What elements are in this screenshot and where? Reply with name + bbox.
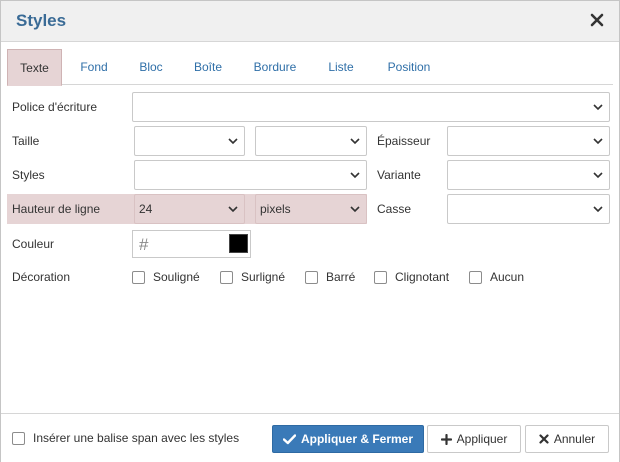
decoration-none-label[interactable]: Aucun <box>490 270 524 284</box>
hash-icon: # <box>139 235 149 254</box>
tab-fond[interactable]: Fond <box>69 49 119 85</box>
chevron-down-icon <box>228 138 238 145</box>
line-height-select[interactable]: 24 <box>134 194 245 224</box>
line-height-unit-value: pixels <box>260 202 291 216</box>
check-icon <box>282 433 296 444</box>
dialog-footer: Insérer une balise span avec les styles … <box>1 413 619 462</box>
apply-label: Appliquer <box>456 432 508 446</box>
plus-icon <box>440 433 452 445</box>
decoration-underline-label[interactable]: Souligné <box>153 270 200 284</box>
line-height-value: 24 <box>139 202 153 216</box>
variant-select[interactable] <box>447 160 610 190</box>
row-color: Couleur <box>7 229 613 259</box>
chevron-down-icon <box>228 206 238 213</box>
chevron-down-icon <box>350 172 360 179</box>
color-swatch[interactable] <box>229 234 248 253</box>
decoration-strikethrough-label[interactable]: Barré <box>326 270 355 284</box>
font-label: Police d'écriture <box>12 100 97 114</box>
chevron-down-icon <box>593 104 603 111</box>
color-label: Couleur <box>12 237 55 251</box>
color-field[interactable]: # <box>132 230 251 258</box>
tab-bordure[interactable]: Bordure <box>245 49 305 85</box>
cancel-button[interactable]: Annuler <box>525 425 609 453</box>
size-unit-select[interactable] <box>255 126 367 156</box>
decoration-blink-checkbox[interactable] <box>374 271 387 284</box>
close-icon <box>539 434 549 444</box>
span-checkbox-label[interactable]: Insérer une balise span avec les styles <box>33 431 239 445</box>
case-select[interactable] <box>447 194 610 224</box>
chevron-down-icon <box>593 138 603 145</box>
dialog-titlebar: Styles <box>1 1 619 42</box>
dialog-title: Styles <box>16 11 67 30</box>
apply-close-button[interactable]: Appliquer & Fermer <box>272 425 424 453</box>
styles-dialog: Styles Texte Fond Bloc Boîte Bordure Lis… <box>0 0 620 462</box>
size-select[interactable] <box>134 126 245 156</box>
decoration-none-checkbox[interactable] <box>469 271 482 284</box>
decoration-overline-checkbox[interactable] <box>220 271 233 284</box>
cancel-label: Annuler <box>553 432 596 446</box>
decoration-overline-label[interactable]: Surligné <box>241 270 285 284</box>
tab-bar: Texte Fond Bloc Boîte Bordure Liste Posi… <box>7 49 613 86</box>
close-icon[interactable] <box>589 12 605 28</box>
tab-position[interactable]: Position <box>377 49 441 85</box>
tab-boite[interactable]: Boîte <box>185 49 231 85</box>
size-label: Taille <box>12 134 40 148</box>
case-label: Casse <box>377 202 412 216</box>
chevron-down-icon <box>350 138 360 145</box>
apply-button[interactable]: Appliquer <box>427 425 521 453</box>
span-checkbox[interactable] <box>12 432 25 445</box>
line-height-label: Hauteur de ligne <box>12 202 101 216</box>
chevron-down-icon <box>593 172 603 179</box>
chevron-down-icon <box>350 206 360 213</box>
decoration-label: Décoration <box>12 270 71 284</box>
apply-close-label: Appliquer & Fermer <box>300 432 414 446</box>
weight-select[interactable] <box>447 126 610 156</box>
font-select[interactable] <box>132 92 610 122</box>
weight-label: Épaisseur <box>377 134 431 148</box>
variant-label: Variante <box>377 168 421 182</box>
decoration-underline-checkbox[interactable] <box>132 271 145 284</box>
tab-liste[interactable]: Liste <box>319 49 363 85</box>
chevron-down-icon <box>593 206 603 213</box>
decoration-blink-label[interactable]: Clignotant <box>395 270 449 284</box>
styles-select[interactable] <box>134 160 367 190</box>
line-height-unit-select[interactable]: pixels <box>255 194 367 224</box>
styles-label: Styles <box>12 168 45 182</box>
tab-bloc[interactable]: Bloc <box>129 49 173 85</box>
decoration-strikethrough-checkbox[interactable] <box>305 271 318 284</box>
tab-texte[interactable]: Texte <box>7 49 62 86</box>
